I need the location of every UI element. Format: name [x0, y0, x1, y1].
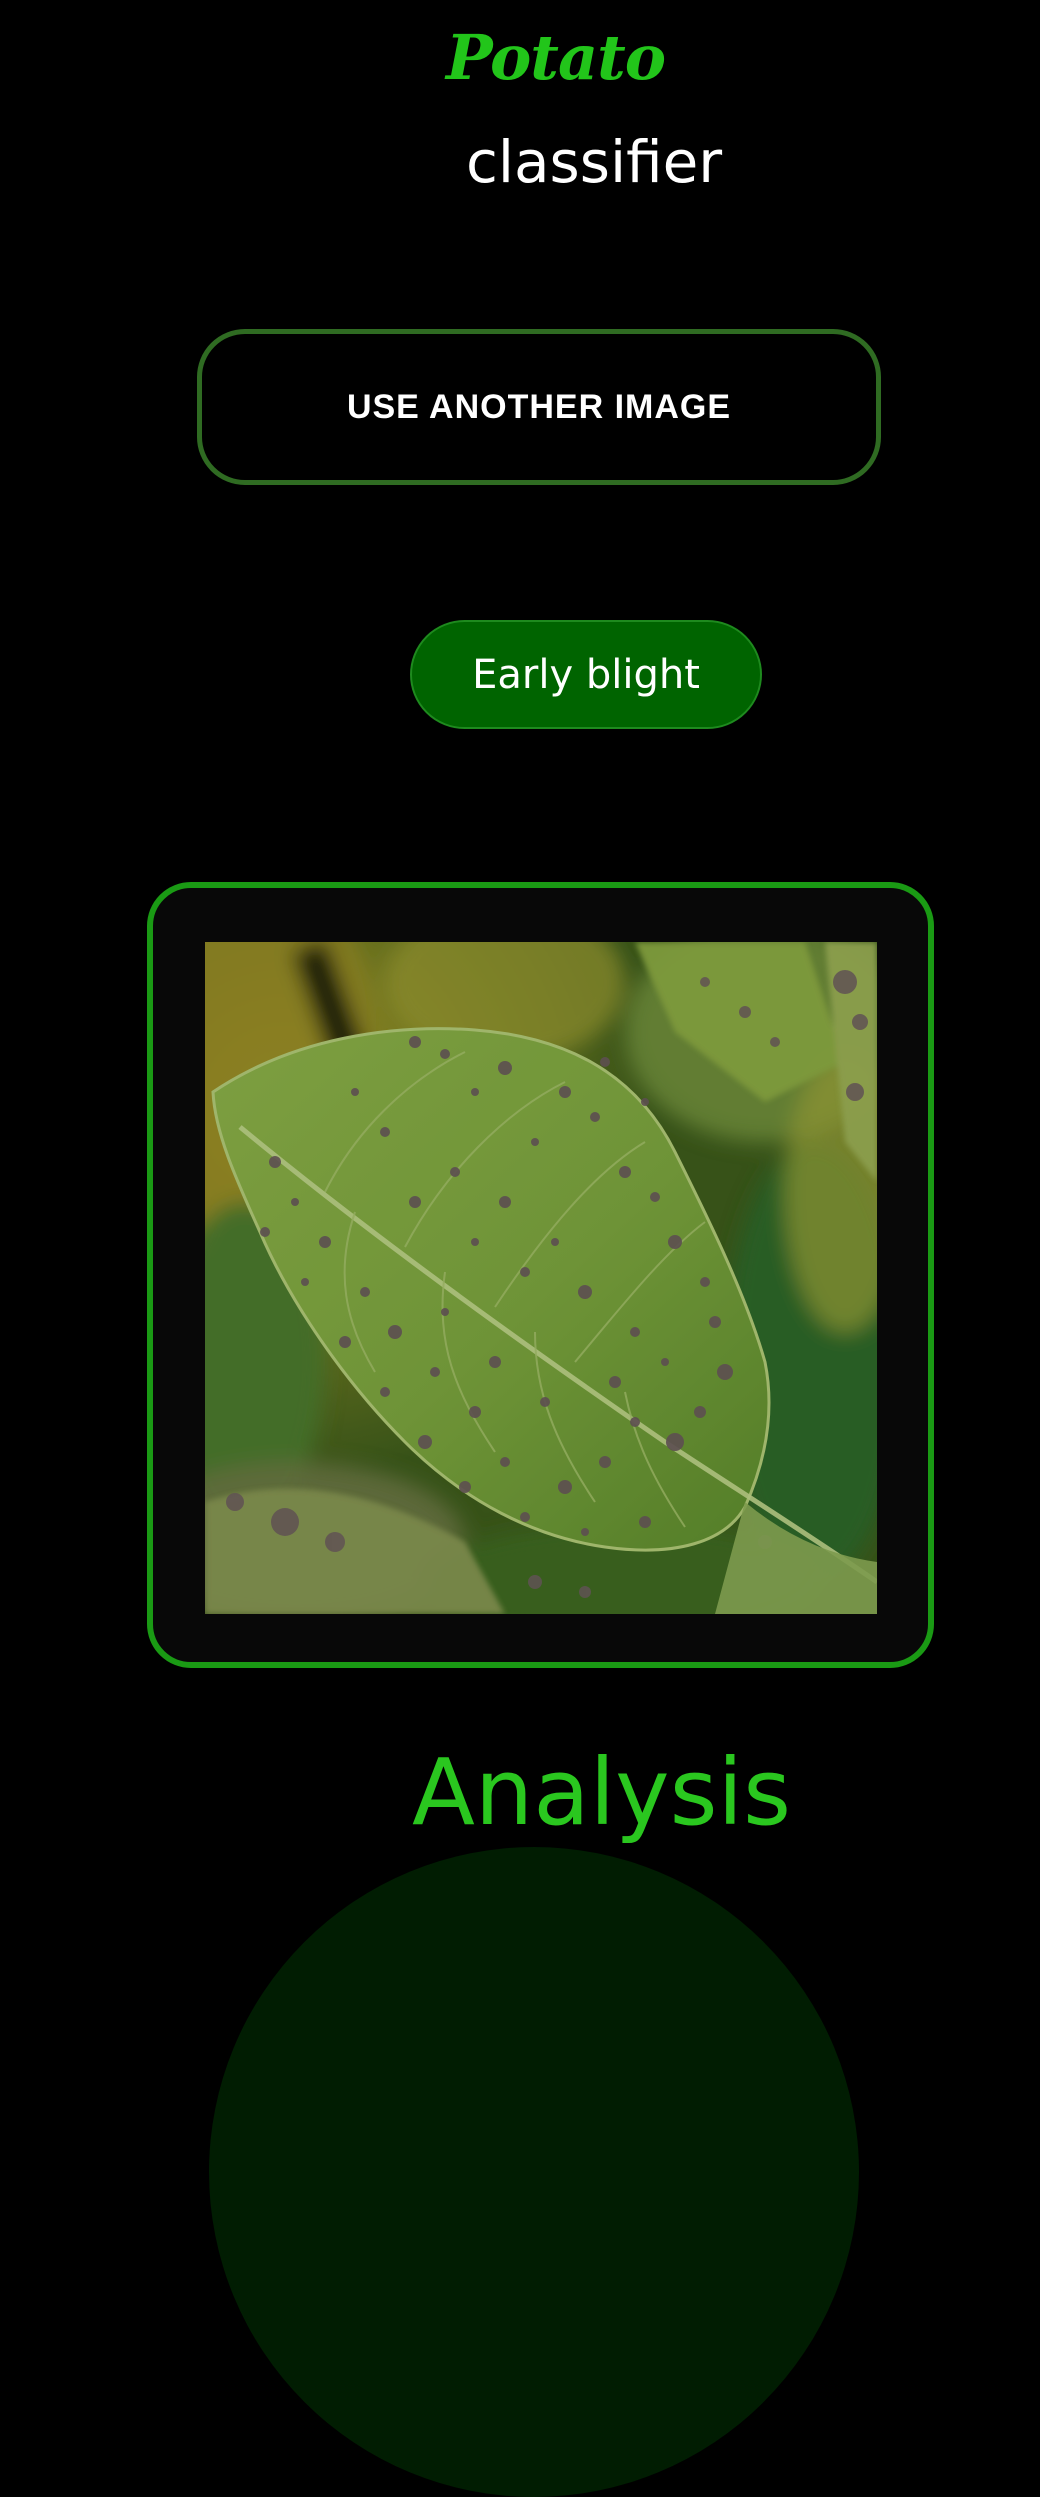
prediction-badge: Early blight	[410, 620, 762, 729]
app-brand-title: Potato	[446, 21, 666, 94]
analysis-chart-backdrop	[209, 1847, 859, 2497]
uploaded-leaf-image	[205, 942, 877, 1614]
uploaded-image-frame	[147, 882, 934, 1668]
app-subtitle: classifier	[466, 128, 723, 196]
analysis-heading: Analysis	[412, 1739, 792, 1846]
use-another-image-button[interactable]: USE ANOTHER IMAGE	[197, 329, 881, 485]
